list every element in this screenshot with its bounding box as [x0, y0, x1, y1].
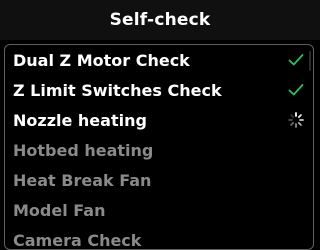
check-item-label: Heat Break Fan [13, 170, 152, 190]
page-title: Self-check [109, 10, 211, 30]
checkmark-icon [287, 51, 305, 69]
check-item-label: Camera Check [13, 230, 142, 250]
check-item-z-limit-switches: Z Limit Switches Check [5, 75, 313, 105]
check-item-label: Model Fan [13, 200, 106, 220]
check-item-heat-break-fan: Heat Break Fan [5, 165, 313, 195]
scrollbar[interactable] [309, 51, 311, 71]
check-item-nozzle-heating: Nozzle heating [5, 105, 313, 135]
check-item-model-fan: Model Fan [5, 195, 313, 225]
check-item-label: Dual Z Motor Check [13, 50, 190, 70]
check-item-label: Nozzle heating [13, 110, 147, 130]
title-bar: Self-check [0, 0, 320, 40]
self-check-list[interactable]: Dual Z Motor Check Z Limit Switches Chec… [4, 44, 314, 250]
check-item-dual-z-motor: Dual Z Motor Check [5, 45, 313, 75]
spinner-icon [287, 111, 305, 129]
checkmark-icon [287, 81, 305, 99]
check-item-label: Z Limit Switches Check [13, 80, 222, 100]
check-item-camera-check: Camera Check [5, 225, 313, 250]
check-item-hotbed-heating: Hotbed heating [5, 135, 313, 165]
check-item-label: Hotbed heating [13, 140, 154, 160]
